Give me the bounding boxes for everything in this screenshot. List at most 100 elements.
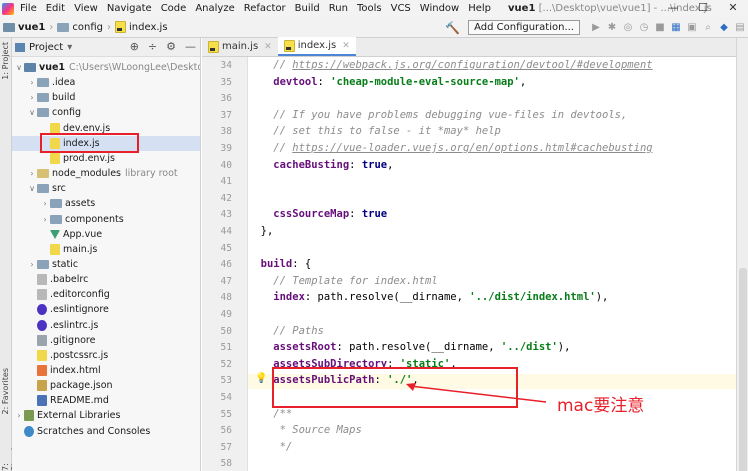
chevron-right-icon[interactable]: › [14, 408, 24, 423]
code-line: // Template for index.html [248, 274, 438, 287]
tree-item[interactable]: .babelrc [27, 272, 88, 287]
menu-navigate[interactable]: Navigate [107, 3, 152, 14]
plugin-icon[interactable]: ◆ [716, 22, 732, 33]
project-tool-tab[interactable]: 1: Project [1, 42, 10, 80]
tree-item[interactable]: › build [27, 90, 75, 105]
tree-item-label: index.html [50, 365, 101, 376]
folder-icon [57, 22, 70, 32]
search-icon[interactable]: ⌕ [700, 22, 716, 33]
chevron-right-icon[interactable]: › [40, 212, 50, 227]
line-number: 43 [220, 209, 232, 221]
tree-item[interactable]: › components [40, 212, 123, 227]
close-icon[interactable]: ✕ [264, 42, 272, 52]
menu-run[interactable]: Run [329, 3, 348, 14]
tree-item[interactable]: .gitignore [27, 333, 95, 348]
locate-icon[interactable]: ⊕ [130, 40, 139, 53]
tree-item[interactable]: .editorconfig [27, 287, 110, 302]
highlight-box [40, 133, 139, 153]
chevron-right-icon[interactable]: › [27, 90, 37, 105]
menu-edit[interactable]: Edit [46, 3, 65, 14]
project-structure-icon[interactable]: ▦ [668, 22, 684, 33]
tree-item[interactable]: package.json [27, 378, 113, 393]
menu-tools[interactable]: Tools [357, 3, 382, 14]
tree-item[interactable]: › External Libraries [14, 408, 120, 423]
intellij-logo-icon [2, 2, 14, 15]
layout-icon[interactable]: ▣ [684, 22, 700, 33]
tree-item[interactable]: prod.env.js [40, 151, 115, 166]
tree-item-label: .babelrc [50, 274, 89, 286]
tree-item[interactable]: › static [27, 257, 78, 272]
project-view-dropdown[interactable]: Project ▾ [15, 42, 72, 53]
gear-icon[interactable]: ⚙ [166, 40, 176, 53]
code-token: // [248, 59, 293, 71]
menu-build[interactable]: Build [295, 3, 320, 14]
menu-vcs[interactable]: VCS [391, 3, 411, 14]
menu-code[interactable]: Code [161, 3, 187, 14]
collapse-icon[interactable]: ÷ [148, 40, 157, 53]
code-line: index: path.resolve(__dirname, '../dist/… [248, 291, 608, 303]
menu-bar: File Edit View Navigate Code Analyze Refactor B… [0, 0, 748, 17]
chevron-right-icon[interactable]: › [40, 196, 50, 211]
menu-help[interactable]: Help [468, 3, 491, 14]
debug-icon[interactable]: ✱ [604, 22, 620, 33]
menu-window[interactable]: Window [420, 3, 459, 14]
hammer-icon[interactable]: 🔨 [445, 21, 460, 35]
menu-analyze[interactable]: Analyze [195, 3, 234, 14]
hide-icon[interactable]: — [185, 40, 196, 53]
tree-item[interactable]: ∨ config [27, 105, 81, 120]
code-token: assetsRoot [248, 341, 337, 354]
js-file-icon [115, 21, 126, 33]
tree-item[interactable]: .eslintignore [27, 302, 109, 317]
lightbulb-icon[interactable]: 💡 [255, 373, 267, 384]
code-token: // Template for index.html [248, 274, 438, 287]
tree-item[interactable]: .postcssrc.js [27, 348, 108, 363]
coverage-icon[interactable]: ◎ [620, 22, 636, 33]
tree-item[interactable]: main.js [40, 242, 97, 257]
stop-icon[interactable]: ■ [652, 22, 668, 33]
breadcrumb-project[interactable]: vue1 [18, 22, 45, 33]
code-token: : path.resolve(__dirname, [304, 291, 470, 304]
tree-item-label: config [52, 107, 82, 119]
maximize-button[interactable]: ☐ [688, 0, 718, 17]
tree-item-label: External Libraries [37, 410, 121, 422]
more-icon[interactable]: ▤ [732, 22, 748, 33]
minimize-button[interactable]: — [658, 0, 688, 17]
menu-file[interactable]: File [20, 3, 37, 14]
line-number: 40 [220, 159, 232, 171]
run-icon[interactable]: ▶ [588, 22, 604, 33]
chevron-down-icon[interactable]: ∨ [27, 105, 37, 120]
code-token: build [248, 258, 293, 271]
config-file-icon [37, 274, 47, 286]
tree-item[interactable]: index.html [27, 363, 101, 378]
tree-item[interactable]: README.md [27, 393, 109, 408]
js-file-icon [208, 40, 219, 53]
favorites-tool-tab[interactable]: 2: Favorites [1, 368, 10, 414]
breadcrumb-file[interactable]: index.js [129, 22, 168, 33]
menu-refactor[interactable]: Refactor [244, 3, 286, 14]
chevron-down-icon[interactable]: ∨ [27, 181, 37, 196]
menu-view[interactable]: View [74, 3, 98, 14]
tree-item[interactable]: › .idea [27, 75, 75, 90]
tab-main-js[interactable]: main.js ✕ [202, 37, 278, 56]
tree-item[interactable]: ∨ vue1C:\Users\WLoongLee\Desktop\vue [14, 60, 200, 75]
chevron-down-icon[interactable]: ∨ [14, 60, 24, 75]
code-token: * Source Maps [248, 424, 362, 437]
close-button[interactable]: ✕ [718, 0, 748, 17]
close-icon[interactable]: ✕ [342, 41, 350, 51]
line-number: 49 [220, 309, 232, 320]
tree-item[interactable]: .eslintrc.js [27, 318, 98, 333]
chevron-right-icon[interactable]: › [27, 75, 37, 90]
add-configuration-button[interactable]: Add Configuration... [468, 20, 580, 35]
scrollbar[interactable] [739, 268, 747, 471]
breadcrumb-config[interactable]: config [72, 22, 103, 33]
chevron-right-icon[interactable]: › [27, 257, 37, 272]
tree-item[interactable]: ∨ src [27, 181, 66, 196]
chevron-right-icon[interactable]: › [27, 166, 37, 181]
code-line: }, [248, 225, 274, 237]
tree-item[interactable]: Scratches and Consoles [14, 424, 150, 439]
tab-index-js[interactable]: index.js ✕ [277, 37, 356, 56]
profile-icon[interactable]: ◷ [636, 22, 652, 33]
tree-item[interactable]: › assets [40, 196, 95, 211]
tree-item[interactable]: App.vue [40, 227, 102, 242]
tree-item[interactable]: › node_modules library root [27, 166, 177, 181]
